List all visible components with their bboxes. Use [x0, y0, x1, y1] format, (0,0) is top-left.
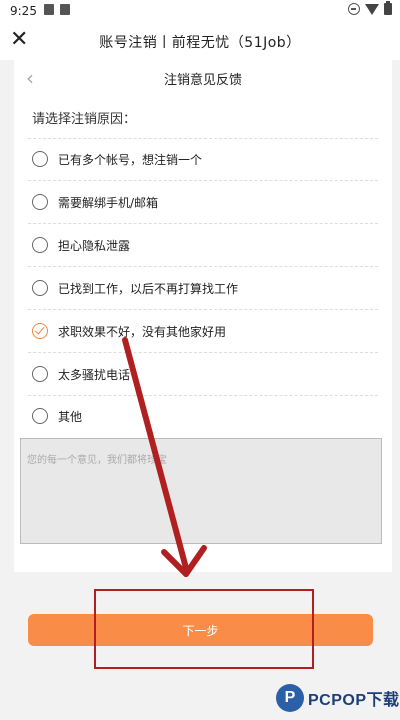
radio-button-checked[interactable]: [32, 323, 48, 339]
watermark: P PCPOP下载: [276, 684, 400, 712]
battery-icon: [384, 1, 392, 15]
divider: [28, 223, 378, 224]
option-label: 求职效果不好，没有其他家好用: [58, 325, 227, 339]
option-label: 太多骚扰电话: [58, 368, 131, 382]
feedback-textarea[interactable]: [20, 438, 382, 544]
reason-option-unbind-phone-email[interactable]: 需要解绑手机/邮箱: [28, 182, 378, 224]
next-step-button[interactable]: 下一步: [28, 614, 373, 646]
option-label: 已有多个帐号，想注销一个: [58, 153, 203, 167]
sub-title: 注销意见反馈: [163, 73, 242, 88]
radio-button[interactable]: [32, 280, 48, 296]
feedback-card: ‹ 注销意见反馈 请选择注销原因： 已有多个帐号，想注销一个 需要解绑手机/邮箱…: [14, 60, 392, 572]
divider: [28, 352, 378, 353]
radio-button[interactable]: [32, 366, 48, 382]
reason-option-poor-results[interactable]: 求职效果不好，没有其他家好用: [28, 311, 378, 353]
app-header: ✕ 账号注销丨前程无忧（51Job）: [0, 22, 400, 60]
reason-option-multiple-accounts[interactable]: 已有多个帐号，想注销一个: [28, 139, 378, 181]
status-bar: 9:25: [0, 0, 400, 22]
reason-option-privacy[interactable]: 担心隐私泄露: [28, 225, 378, 267]
option-label: 其他: [58, 410, 83, 424]
wifi-icon: [365, 3, 379, 15]
radio-button[interactable]: [32, 408, 48, 424]
reason-option-other[interactable]: 其他: [32, 396, 378, 438]
pcpop-logo-icon: P: [276, 684, 304, 712]
notification-icons: [44, 4, 70, 15]
sub-header: ‹ 注销意见反馈: [14, 60, 392, 96]
status-time: 9:25: [10, 4, 37, 18]
radio-button[interactable]: [32, 194, 48, 210]
do-not-disturb-icon: [348, 3, 360, 15]
reason-option-spam-calls[interactable]: 太多骚扰电话: [28, 354, 378, 396]
divider: [28, 309, 378, 310]
watermark-text: PCPOP下载: [308, 692, 400, 709]
reason-option-found-job[interactable]: 已找到工作，以后不再打算找工作: [28, 268, 378, 310]
divider: [28, 180, 378, 181]
app-notification-icon: [60, 4, 70, 15]
option-label: 已找到工作，以后不再打算找工作: [58, 282, 239, 296]
option-label: 担心隐私泄露: [58, 239, 131, 253]
status-right-icons: [348, 1, 392, 15]
radio-button[interactable]: [32, 151, 48, 167]
radio-button[interactable]: [32, 237, 48, 253]
option-label: 需要解绑手机/邮箱: [58, 196, 159, 210]
image-notification-icon: [44, 4, 54, 15]
page-title: 账号注销丨前程无忧（51Job）: [99, 35, 301, 51]
divider: [28, 266, 378, 267]
reason-prompt: 请选择注销原因：: [32, 112, 137, 127]
